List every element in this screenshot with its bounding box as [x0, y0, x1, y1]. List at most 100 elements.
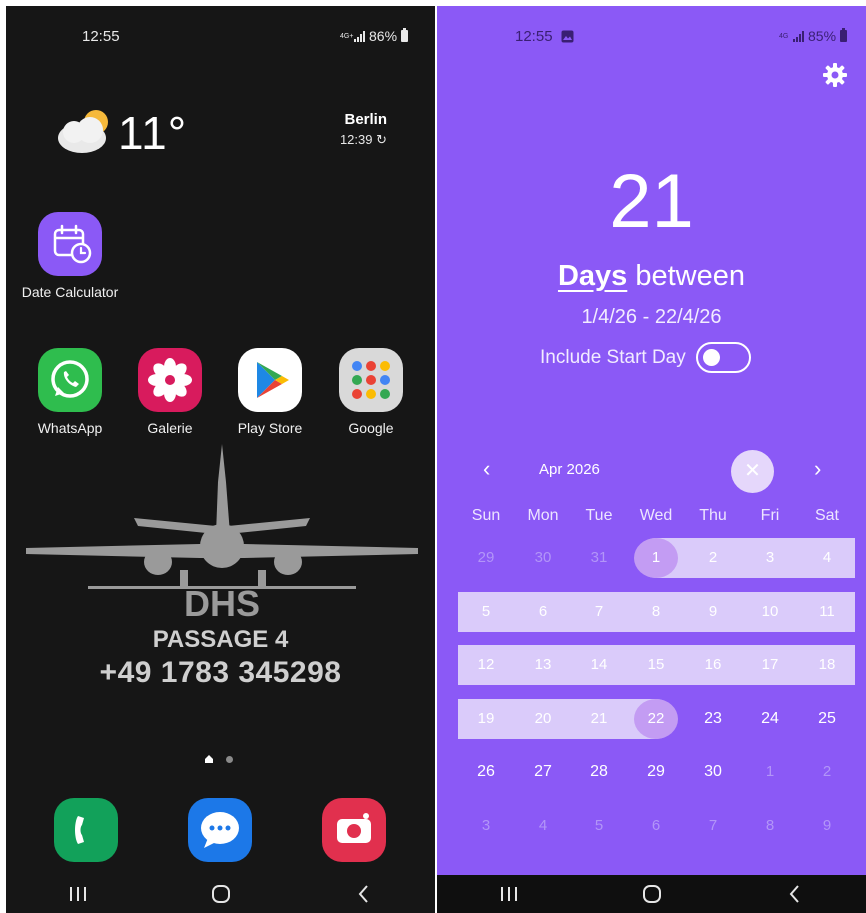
weekday-label: Thu: [699, 507, 727, 524]
settings-gear-icon[interactable]: [822, 62, 848, 88]
app-play-store[interactable]: Play Store: [220, 348, 320, 436]
calendar-day-selected[interactable]: 22: [634, 699, 678, 739]
calendar-week-row: 5 6 7 8 9 10 11: [437, 592, 866, 632]
calendar-week-row: 19 20 21 22 23 24 25: [437, 699, 866, 739]
temperature[interactable]: 11°: [118, 106, 187, 160]
calendar-day[interactable]: 26: [464, 752, 508, 792]
battery-percent: 85%: [808, 28, 837, 44]
calendar-day[interactable]: 5: [464, 592, 508, 632]
calendar-day[interactable]: 21: [577, 699, 621, 739]
calendar-day[interactable]: 4: [805, 538, 849, 578]
back-icon[interactable]: [784, 883, 806, 905]
calendar-day[interactable]: 19: [464, 699, 508, 739]
calendar-day[interactable]: 27: [521, 752, 565, 792]
app-label: Date Calculator: [21, 284, 119, 300]
app-label: Play Store: [237, 420, 303, 436]
calendar-day[interactable]: 3: [748, 538, 792, 578]
previous-month-chevron-icon[interactable]: ‹: [483, 456, 490, 482]
calendar-day[interactable]: 29: [464, 538, 508, 578]
calendar-day[interactable]: 9: [691, 592, 735, 632]
calendar-day[interactable]: 23: [691, 699, 735, 739]
status-time: 12:55: [82, 28, 120, 45]
navigation-bar: [6, 875, 435, 913]
weekday-label: Sat: [814, 507, 839, 524]
network-type: 4G: [779, 32, 789, 40]
calendar-day[interactable]: 2: [691, 538, 735, 578]
weekday-label: Tue: [585, 507, 613, 524]
page-indicator[interactable]: [204, 754, 233, 764]
calendar-day[interactable]: 6: [521, 592, 565, 632]
calendar-day[interactable]: 18: [805, 645, 849, 685]
weekday-label: Mon: [527, 507, 559, 524]
back-icon[interactable]: [353, 883, 375, 905]
battery-percent: 86%: [369, 28, 398, 44]
home-icon[interactable]: [641, 883, 663, 905]
calendar-day[interactable]: 17: [748, 645, 792, 685]
calendar-day[interactable]: 6: [634, 806, 678, 846]
home-icon[interactable]: [210, 883, 232, 905]
calendar-day[interactable]: 1: [748, 752, 792, 792]
weather-location[interactable]: Berlin 12:39 ↻: [340, 111, 387, 148]
wallpaper-line-2: +49 1783 345298: [99, 656, 342, 689]
calendar-day[interactable]: 8: [634, 592, 678, 632]
calendar-day[interactable]: 16: [691, 645, 735, 685]
flower-icon: [138, 348, 202, 412]
month-label[interactable]: Apr 2026: [539, 461, 600, 478]
calendar-day[interactable]: 7: [691, 806, 735, 846]
calendar-day[interactable]: 13: [521, 645, 565, 685]
unit-selector[interactable]: Days: [558, 260, 627, 292]
app-whatsapp[interactable]: WhatsApp: [20, 348, 120, 436]
app-google-folder[interactable]: Google: [321, 348, 421, 436]
calendar-day[interactable]: 8: [748, 806, 792, 846]
recents-icon[interactable]: [67, 885, 89, 903]
clear-selection-close-icon[interactable]: ✕: [731, 450, 774, 493]
calendar-day[interactable]: 14: [577, 645, 621, 685]
include-start-day-row: Include Start Day: [540, 342, 751, 373]
calendar-day[interactable]: 28: [577, 752, 621, 792]
calendar-day-selected[interactable]: 1: [634, 538, 678, 578]
app-date-calculator[interactable]: Date Calculator: [20, 212, 120, 300]
app-label: Google: [348, 420, 394, 436]
calendar-day[interactable]: 30: [521, 538, 565, 578]
city-name: Berlin: [344, 111, 387, 128]
calendar-day[interactable]: 4: [521, 806, 565, 846]
phone-icon: [75, 816, 84, 844]
recents-icon[interactable]: [498, 885, 520, 903]
home-page-dot-icon: [205, 755, 213, 763]
phone-app-button[interactable]: [54, 798, 118, 862]
camera-app-button[interactable]: [322, 798, 386, 862]
status-icons: 4G+ 86%: [340, 28, 409, 44]
calendar-day[interactable]: 31: [577, 538, 621, 578]
include-start-day-toggle[interactable]: [695, 342, 751, 373]
calendar-day[interactable]: 15: [634, 645, 678, 685]
calendar-day[interactable]: 9: [805, 806, 849, 846]
calendar-day[interactable]: 12: [464, 645, 508, 685]
calendar-day[interactable]: 30: [691, 752, 735, 792]
calendar-day[interactable]: 10: [748, 592, 792, 632]
navigation-bar: [437, 875, 866, 913]
calendar-week-row: 12 13 14 15 16 17 18: [437, 645, 866, 685]
weekday-label: Wed: [639, 507, 673, 524]
image-notification-icon: [561, 30, 574, 43]
signal-icon: [793, 30, 804, 42]
calendar-day[interactable]: 2: [805, 752, 849, 792]
calendar-header: ‹ Apr 2026 ✕ ›: [437, 450, 866, 493]
network-type: 4G+: [340, 32, 354, 40]
next-month-chevron-icon[interactable]: ›: [814, 456, 821, 482]
weekday-label: Fri: [760, 507, 780, 524]
calendar-day[interactable]: 7: [577, 592, 621, 632]
app-galerie[interactable]: Galerie: [120, 348, 220, 436]
calendar-day[interactable]: 25: [805, 699, 849, 739]
battery-icon: [401, 28, 409, 42]
calendar-clock-icon: [38, 212, 102, 276]
calendar-day[interactable]: 24: [748, 699, 792, 739]
app-label: WhatsApp: [37, 420, 103, 436]
messages-app-button[interactable]: [188, 798, 252, 862]
page-dot: [226, 755, 233, 763]
signal-icon: [354, 30, 365, 42]
calendar-day[interactable]: 29: [634, 752, 678, 792]
calendar-day[interactable]: 11: [805, 592, 849, 632]
calendar-day[interactable]: 5: [577, 806, 621, 846]
calendar-day[interactable]: 20: [521, 699, 565, 739]
calendar-day[interactable]: 3: [464, 806, 508, 846]
